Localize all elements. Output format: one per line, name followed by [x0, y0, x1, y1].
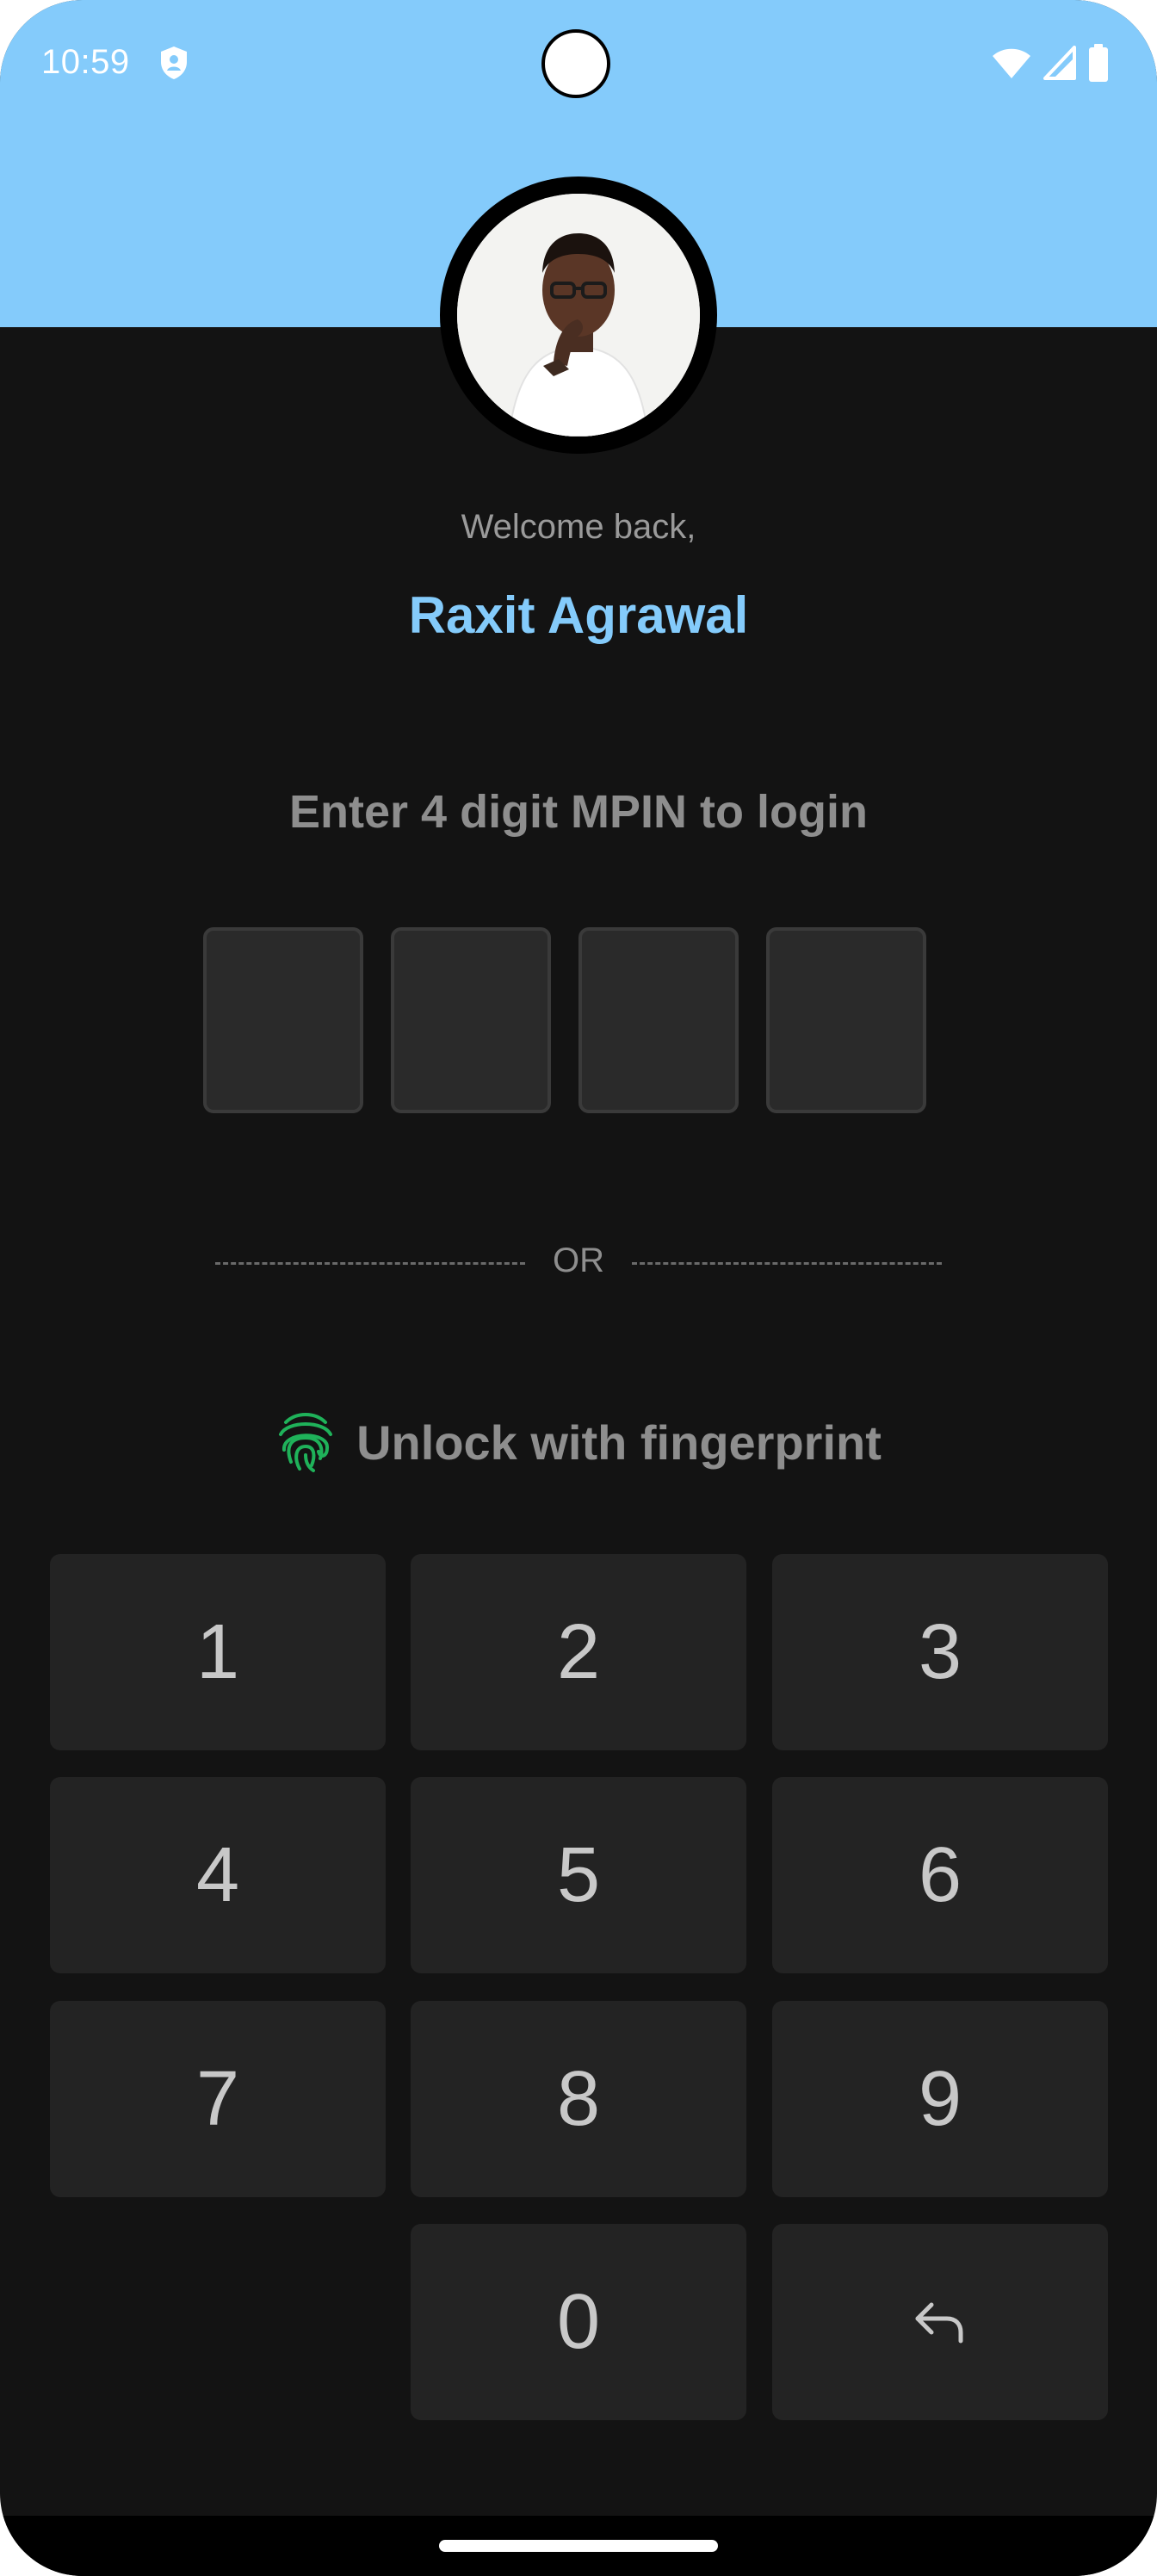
keypad-key-0[interactable]: 0	[411, 2224, 746, 2420]
keypad-key-3[interactable]: 3	[772, 1554, 1108, 1750]
shield-icon	[161, 46, 187, 79]
camera-cutout	[541, 29, 610, 98]
backspace-button[interactable]	[772, 2224, 1108, 2420]
user-name: Raxit Agrawal	[408, 586, 749, 644]
mpin-prompt: Enter 4 digit MPIN to login	[289, 786, 868, 838]
battery-icon	[1089, 44, 1108, 82]
wifi-icon	[993, 48, 1030, 78]
mpin-digit-box[interactable]	[766, 927, 926, 1113]
backspace-arrow-icon	[915, 2302, 963, 2344]
cell-signal-icon	[1043, 46, 1076, 80]
status-bar: 10:59	[0, 0, 1157, 129]
fingerprint-unlock-button[interactable]: Unlock with fingerprint	[0, 1403, 1157, 1481]
status-icons	[992, 43, 1109, 83]
keypad-key-2[interactable]: 2	[411, 1554, 746, 1750]
keypad-key-1[interactable]: 1	[50, 1554, 386, 1750]
status-time: 10:59	[41, 43, 130, 81]
user-photo	[457, 194, 700, 437]
mpin-digit-box[interactable]	[203, 927, 363, 1113]
fingerprint-icon	[279, 1413, 333, 1472]
keypad-key-6[interactable]: 6	[772, 1777, 1108, 1973]
or-divider: OR	[215, 1236, 942, 1288]
divider-line-right	[632, 1262, 942, 1265]
mpin-digit-box[interactable]	[578, 927, 739, 1113]
fingerprint-label: Unlock with fingerprint	[356, 1415, 882, 1470]
app-screen: 10:59 Welcome back, Raxit Agrawal Enter …	[0, 0, 1157, 2576]
keypad-key-9[interactable]: 9	[772, 2001, 1108, 2197]
or-label: OR	[553, 1242, 604, 1279]
keypad-key-5[interactable]: 5	[411, 1777, 746, 1973]
mpin-digit-box[interactable]	[391, 927, 551, 1113]
home-gesture-handle[interactable]	[439, 2540, 718, 2552]
keypad-key-4[interactable]: 4	[50, 1777, 386, 1973]
keypad-key-8[interactable]: 8	[411, 2001, 746, 2197]
keypad-key-7[interactable]: 7	[50, 2001, 386, 2197]
welcome-text: Welcome back,	[461, 508, 696, 546]
avatar	[457, 194, 700, 437]
